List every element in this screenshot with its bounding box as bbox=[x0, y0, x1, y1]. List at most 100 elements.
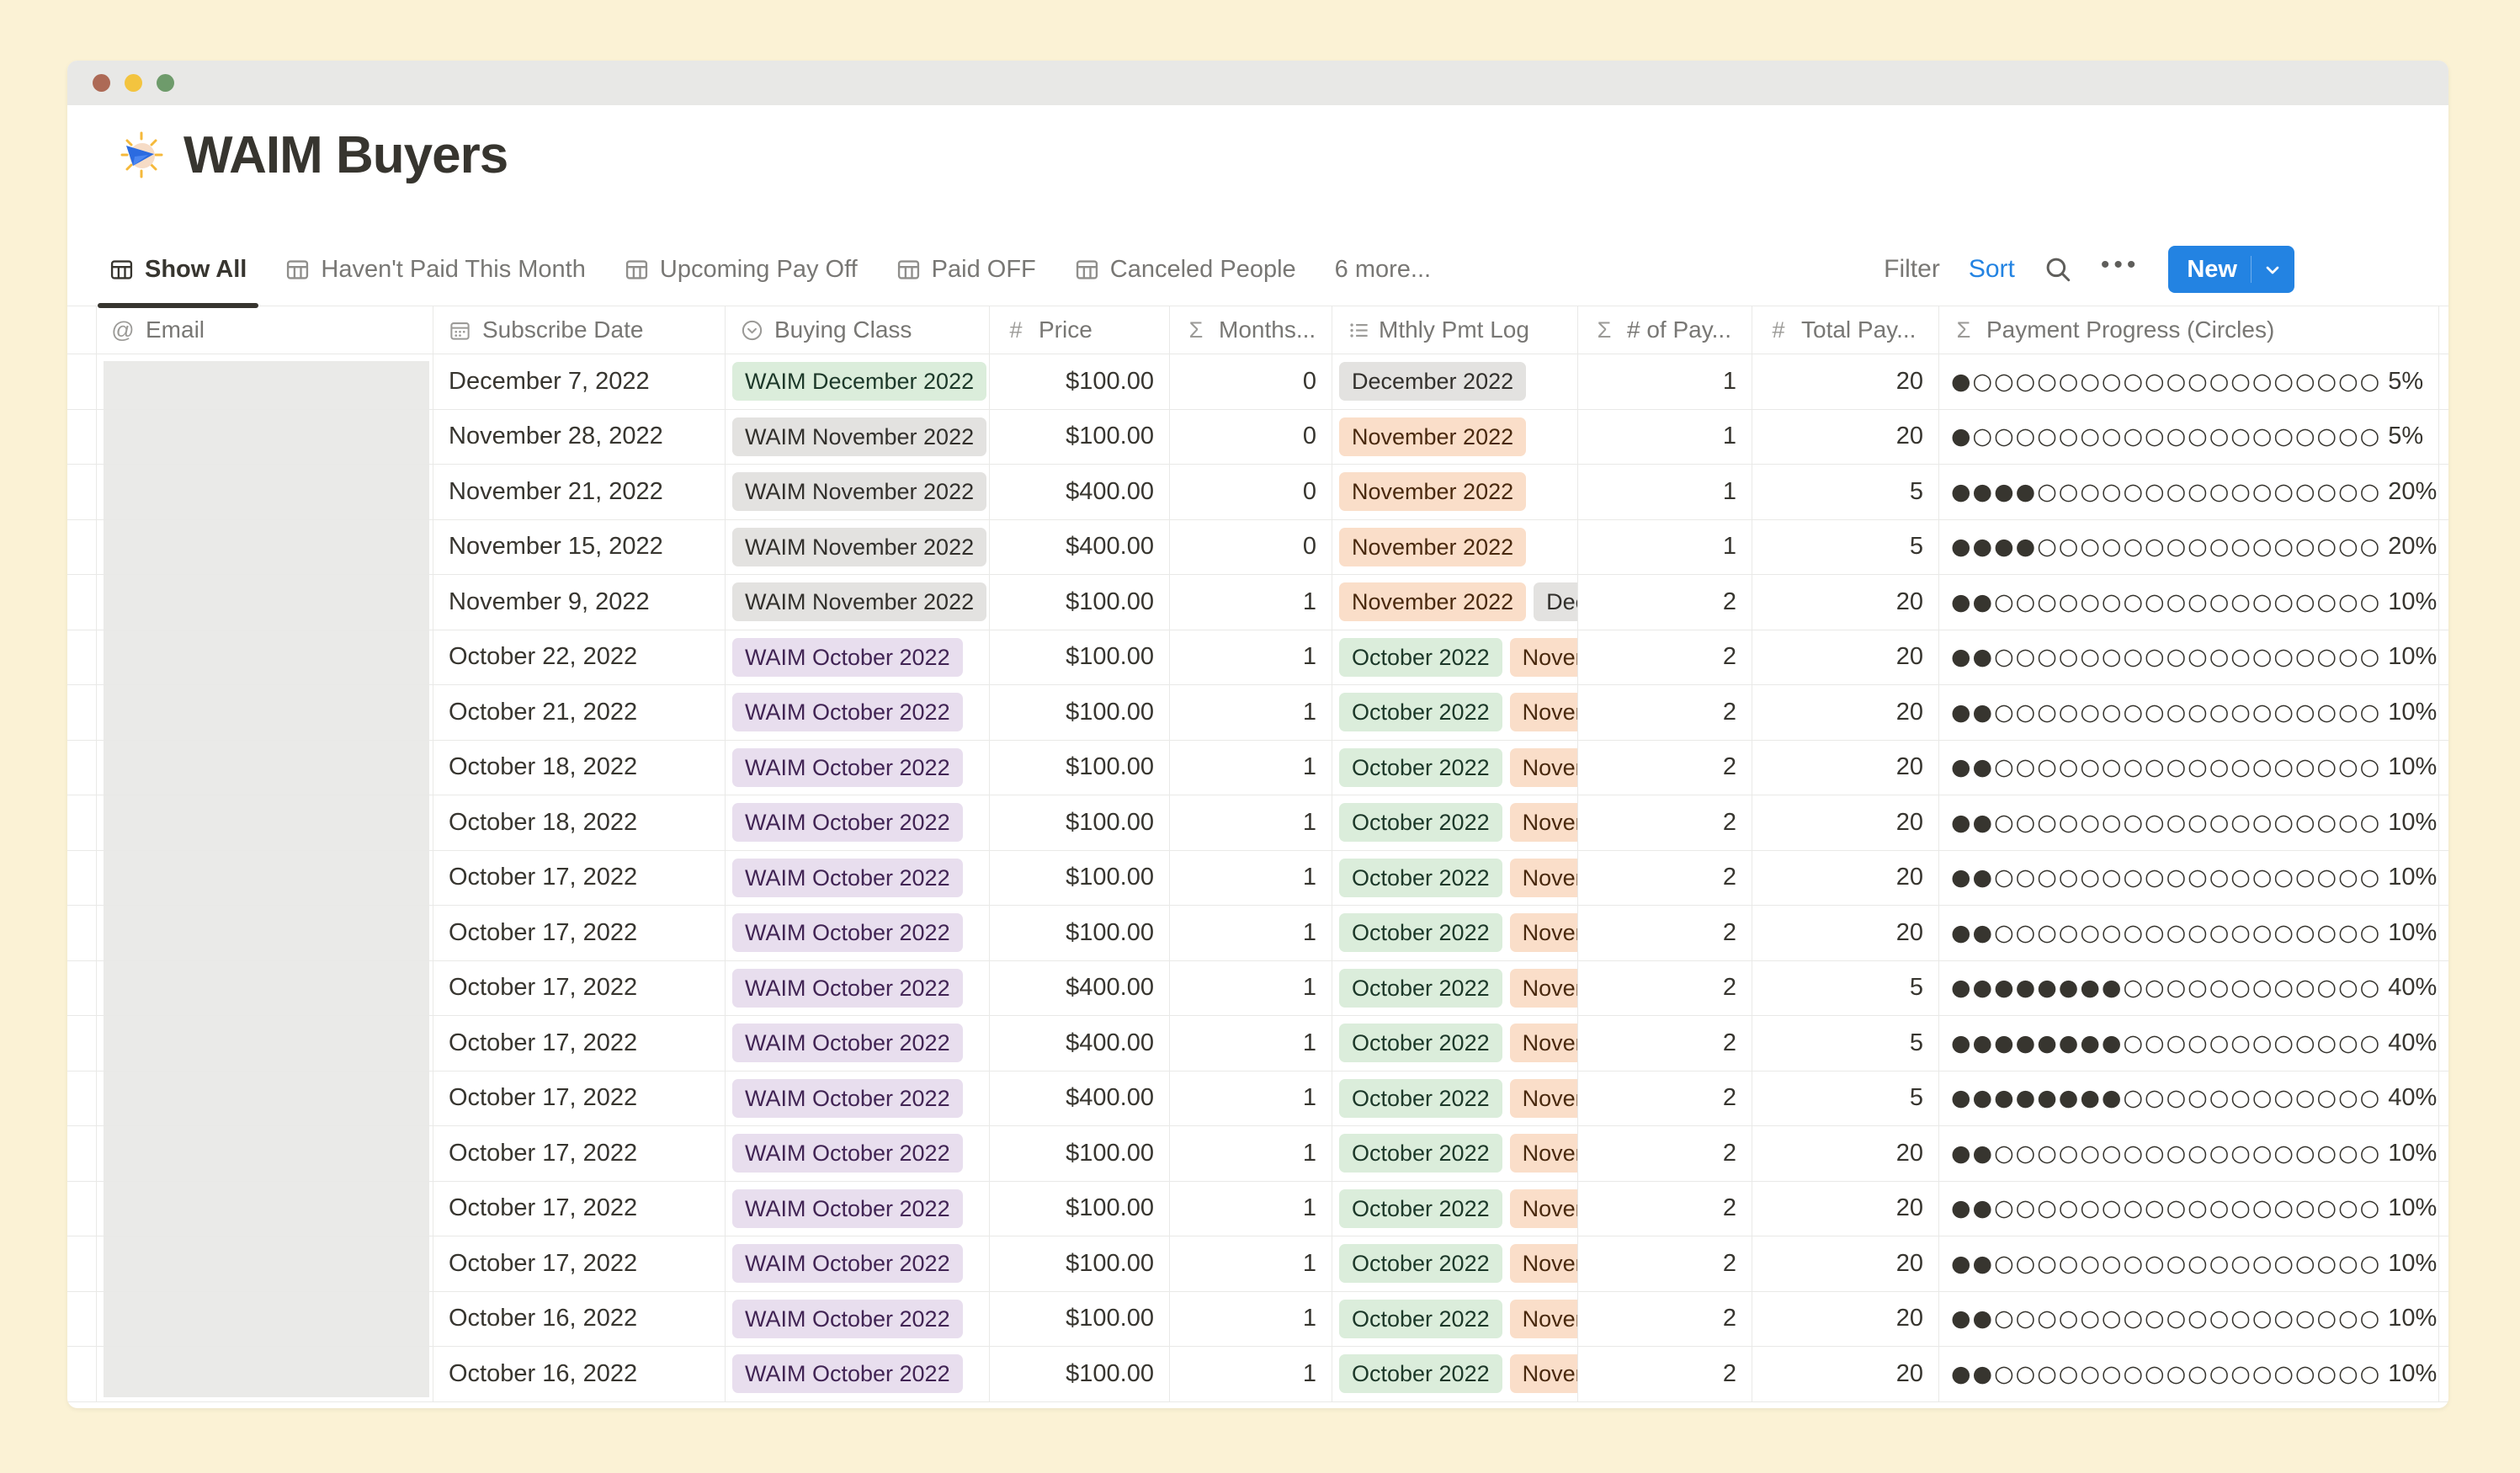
cell-months[interactable]: 1 bbox=[1170, 851, 1332, 906]
cell-total_pay[interactable]: 20 bbox=[1752, 685, 1939, 740]
cell-subscribe_date[interactable]: October 17, 2022 bbox=[433, 961, 726, 1016]
cell-num_pay[interactable]: 1 bbox=[1578, 354, 1752, 409]
cell-price[interactable]: $100.00 bbox=[990, 410, 1170, 465]
cell-buying_class[interactable]: WAIM October 2022 bbox=[726, 1072, 990, 1126]
cell-pmt_log[interactable]: October 2022November 2022 bbox=[1332, 1347, 1578, 1401]
cell-price[interactable]: $100.00 bbox=[990, 1292, 1170, 1347]
chevron-down-icon[interactable] bbox=[2262, 259, 2283, 279]
cell-email[interactable] bbox=[97, 520, 433, 575]
cell-price[interactable]: $400.00 bbox=[990, 1016, 1170, 1071]
cell-buying_class[interactable]: WAIM November 2022 bbox=[726, 575, 990, 630]
cell-subscribe_date[interactable]: November 9, 2022 bbox=[433, 575, 726, 630]
cell-progress[interactable]: ●●○○○○○○○○○○○○○○○○○○10% bbox=[1939, 1182, 2439, 1236]
cell-price[interactable]: $100.00 bbox=[990, 1182, 1170, 1236]
cell-months[interactable]: 1 bbox=[1170, 741, 1332, 795]
cell-email[interactable] bbox=[97, 1292, 433, 1347]
cell-progress[interactable]: ●●○○○○○○○○○○○○○○○○○○10% bbox=[1939, 685, 2439, 740]
zoom-window-button[interactable] bbox=[157, 74, 174, 92]
cell-num_pay[interactable]: 1 bbox=[1578, 410, 1752, 465]
cell-buying_class[interactable]: WAIM October 2022 bbox=[726, 1236, 990, 1291]
cell-pmt_log[interactable]: October 2022November 2022 bbox=[1332, 741, 1578, 795]
cell-months[interactable]: 0 bbox=[1170, 465, 1332, 519]
cell-pmt_log[interactable]: October 2022November 2022 bbox=[1332, 1182, 1578, 1236]
cell-buying_class[interactable]: WAIM December 2022 bbox=[726, 354, 990, 409]
cell-total_pay[interactable]: 20 bbox=[1752, 741, 1939, 795]
cell-buying_class[interactable]: WAIM October 2022 bbox=[726, 1126, 990, 1181]
cell-price[interactable]: $100.00 bbox=[990, 575, 1170, 630]
cell-buying_class[interactable]: WAIM October 2022 bbox=[726, 1347, 990, 1401]
cell-buying_class[interactable]: WAIM November 2022 bbox=[726, 520, 990, 575]
cell-months[interactable]: 1 bbox=[1170, 1072, 1332, 1126]
cell-months[interactable]: 0 bbox=[1170, 354, 1332, 409]
cell-email[interactable] bbox=[97, 465, 433, 519]
cell-subscribe_date[interactable]: October 17, 2022 bbox=[433, 1182, 726, 1236]
cell-progress[interactable]: ●●●●●●●●○○○○○○○○○○○○40% bbox=[1939, 1016, 2439, 1071]
cell-subscribe_date[interactable]: October 17, 2022 bbox=[433, 1016, 726, 1071]
filter-button[interactable]: Filter bbox=[1884, 255, 1940, 284]
cell-total_pay[interactable]: 5 bbox=[1752, 961, 1939, 1016]
column-header-email[interactable]: @Email bbox=[97, 306, 433, 354]
cell-buying_class[interactable]: WAIM October 2022 bbox=[726, 1182, 990, 1236]
cell-subscribe_date[interactable]: November 28, 2022 bbox=[433, 410, 726, 465]
cell-subscribe_date[interactable]: October 17, 2022 bbox=[433, 1236, 726, 1291]
search-icon[interactable] bbox=[2044, 255, 2072, 284]
tab-canceled-people[interactable]: Canceled People bbox=[1075, 233, 1296, 306]
cell-buying_class[interactable]: WAIM October 2022 bbox=[726, 1292, 990, 1347]
cell-email[interactable] bbox=[97, 961, 433, 1016]
sort-button[interactable]: Sort bbox=[1969, 255, 2015, 284]
tab-upcoming-pay-off[interactable]: Upcoming Pay Off bbox=[625, 233, 858, 306]
cell-pmt_log[interactable]: October 2022November 2022 bbox=[1332, 1292, 1578, 1347]
cell-email[interactable] bbox=[97, 410, 433, 465]
cell-email[interactable] bbox=[97, 1347, 433, 1401]
cell-progress[interactable]: ●●●●○○○○○○○○○○○○○○○○20% bbox=[1939, 520, 2439, 575]
cell-buying_class[interactable]: WAIM October 2022 bbox=[726, 961, 990, 1016]
cell-num_pay[interactable]: 2 bbox=[1578, 1347, 1752, 1401]
cell-total_pay[interactable]: 20 bbox=[1752, 1347, 1939, 1401]
cell-price[interactable]: $100.00 bbox=[990, 630, 1170, 685]
cell-months[interactable]: 1 bbox=[1170, 575, 1332, 630]
page-title[interactable]: WAIM Buyers bbox=[183, 125, 508, 185]
cell-total_pay[interactable]: 20 bbox=[1752, 795, 1939, 850]
cell-pmt_log[interactable]: November 2022 bbox=[1332, 520, 1578, 575]
column-header-pmt_log[interactable]: Mthly Pmt Log bbox=[1332, 306, 1578, 354]
cell-subscribe_date[interactable]: October 22, 2022 bbox=[433, 630, 726, 685]
cell-num_pay[interactable]: 2 bbox=[1578, 1016, 1752, 1071]
cell-price[interactable]: $100.00 bbox=[990, 685, 1170, 740]
cell-buying_class[interactable]: WAIM November 2022 bbox=[726, 465, 990, 519]
cell-total_pay[interactable]: 20 bbox=[1752, 630, 1939, 685]
cell-pmt_log[interactable]: November 2022 bbox=[1332, 410, 1578, 465]
cell-months[interactable]: 1 bbox=[1170, 1182, 1332, 1236]
cell-pmt_log[interactable]: November 2022December 2022 bbox=[1332, 575, 1578, 630]
cell-num_pay[interactable]: 2 bbox=[1578, 1236, 1752, 1291]
cell-progress[interactable]: ●○○○○○○○○○○○○○○○○○○○5% bbox=[1939, 354, 2439, 409]
cell-months[interactable]: 1 bbox=[1170, 1347, 1332, 1401]
cell-buying_class[interactable]: WAIM October 2022 bbox=[726, 685, 990, 740]
cell-subscribe_date[interactable]: October 16, 2022 bbox=[433, 1292, 726, 1347]
cell-num_pay[interactable]: 2 bbox=[1578, 685, 1752, 740]
cell-months[interactable]: 1 bbox=[1170, 630, 1332, 685]
cell-total_pay[interactable]: 20 bbox=[1752, 1236, 1939, 1291]
cell-price[interactable]: $100.00 bbox=[990, 741, 1170, 795]
cell-price[interactable]: $100.00 bbox=[990, 795, 1170, 850]
cell-progress[interactable]: ●●○○○○○○○○○○○○○○○○○○10% bbox=[1939, 630, 2439, 685]
cell-progress[interactable]: ●●○○○○○○○○○○○○○○○○○○10% bbox=[1939, 1347, 2439, 1401]
cell-num_pay[interactable]: 1 bbox=[1578, 520, 1752, 575]
tab-haven-t-paid-this-month[interactable]: Haven't Paid This Month bbox=[285, 233, 586, 306]
cell-total_pay[interactable]: 20 bbox=[1752, 851, 1939, 906]
cell-subscribe_date[interactable]: October 17, 2022 bbox=[433, 1072, 726, 1126]
cell-progress[interactable]: ●●○○○○○○○○○○○○○○○○○○10% bbox=[1939, 1126, 2439, 1181]
cell-subscribe_date[interactable]: October 18, 2022 bbox=[433, 795, 726, 850]
more-options-icon[interactable]: ••• bbox=[2101, 251, 2140, 288]
cell-subscribe_date[interactable]: October 17, 2022 bbox=[433, 851, 726, 906]
cell-subscribe_date[interactable]: October 21, 2022 bbox=[433, 685, 726, 740]
cell-buying_class[interactable]: WAIM October 2022 bbox=[726, 1016, 990, 1071]
cell-total_pay[interactable]: 5 bbox=[1752, 1072, 1939, 1126]
cell-months[interactable]: 1 bbox=[1170, 1016, 1332, 1071]
cell-subscribe_date[interactable]: October 18, 2022 bbox=[433, 741, 726, 795]
cell-buying_class[interactable]: WAIM November 2022 bbox=[726, 410, 990, 465]
cell-months[interactable]: 1 bbox=[1170, 1236, 1332, 1291]
column-header-subscribe_date[interactable]: Subscribe Date bbox=[433, 306, 726, 354]
cell-progress[interactable]: ●●○○○○○○○○○○○○○○○○○○10% bbox=[1939, 851, 2439, 906]
cell-total_pay[interactable]: 5 bbox=[1752, 1016, 1939, 1071]
cell-num_pay[interactable]: 2 bbox=[1578, 1182, 1752, 1236]
